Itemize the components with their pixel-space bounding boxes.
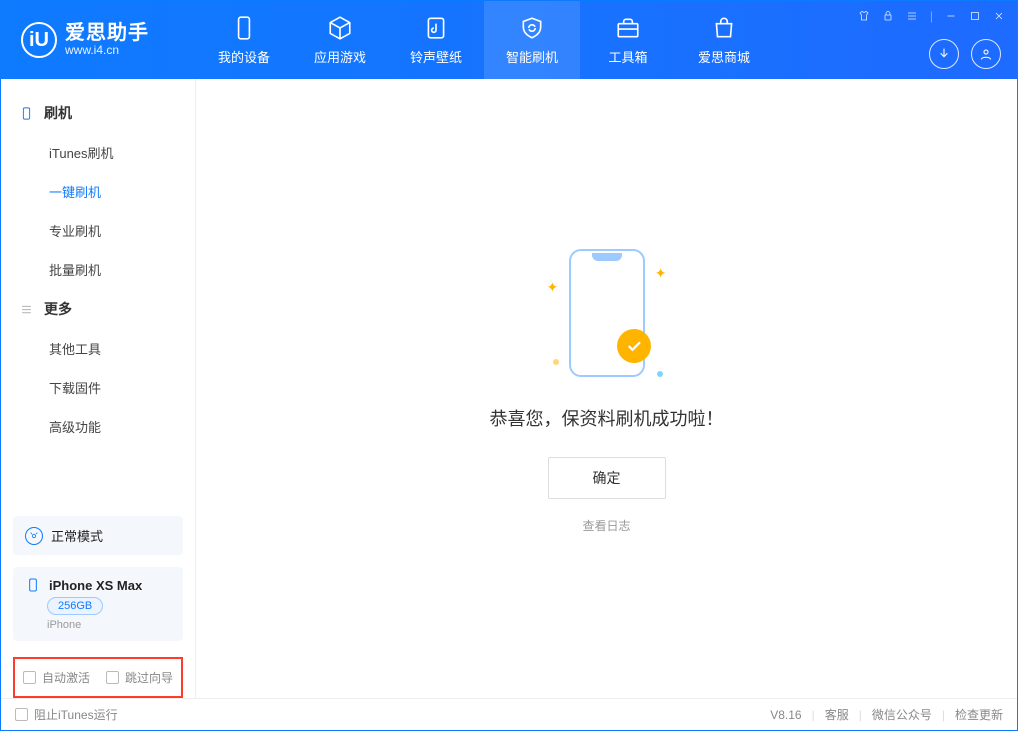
header: iU 爱思助手 www.i4.cn 我的设备 应用游戏 铃声壁纸 智能刷机 bbox=[1, 1, 1017, 79]
phone-icon bbox=[231, 15, 257, 41]
tab-label: 爱思商城 bbox=[698, 47, 750, 66]
divider: | bbox=[812, 708, 815, 722]
sidebar-item-batch-flash[interactable]: 批量刷机 bbox=[1, 250, 195, 289]
nav-tabs: 我的设备 应用游戏 铃声壁纸 智能刷机 工具箱 爱思商城 bbox=[196, 1, 772, 79]
checkbox-icon bbox=[106, 671, 119, 684]
sidebar: 刷机 iTunes刷机 一键刷机 专业刷机 批量刷机 更多 其他工具 下载固件 … bbox=[1, 79, 196, 698]
checkbox-label: 跳过向导 bbox=[125, 669, 173, 686]
tab-toolbox[interactable]: 工具箱 bbox=[580, 1, 676, 79]
divider: | bbox=[930, 9, 933, 23]
phone-icon bbox=[19, 106, 34, 121]
ok-button[interactable]: 确定 bbox=[548, 457, 666, 499]
dot-icon bbox=[657, 371, 663, 377]
sidebar-item-oneclick-flash[interactable]: 一键刷机 bbox=[1, 172, 195, 211]
divider: | bbox=[942, 708, 945, 722]
section-label: 刷机 bbox=[44, 103, 72, 123]
download-button[interactable] bbox=[929, 39, 959, 69]
mode-icon bbox=[25, 527, 43, 545]
success-message: 恭喜您，保资料刷机成功啦！ bbox=[490, 405, 724, 431]
mode-card[interactable]: 正常模式 bbox=[13, 516, 183, 555]
checkbox-label: 阻止iTunes运行 bbox=[34, 706, 118, 723]
tab-apps[interactable]: 应用游戏 bbox=[292, 1, 388, 79]
logo-subtitle: www.i4.cn bbox=[65, 44, 149, 57]
tab-label: 工具箱 bbox=[608, 47, 647, 66]
checkmark-badge-icon bbox=[617, 329, 651, 363]
section-label: 更多 bbox=[44, 299, 72, 319]
device-storage-badge: 256GB bbox=[47, 597, 103, 615]
main-content: ✦ ✦ 恭喜您，保资料刷机成功啦！ 确定 查看日志 bbox=[196, 79, 1017, 698]
maximize-button[interactable] bbox=[969, 10, 981, 22]
tab-label: 我的设备 bbox=[218, 47, 270, 66]
sidebar-section-flash: 刷机 bbox=[1, 93, 195, 133]
logo-icon: iU bbox=[21, 22, 57, 58]
version-label: V8.16 bbox=[770, 708, 801, 722]
titlebar-controls: | bbox=[846, 1, 1017, 31]
sidebar-item-advanced[interactable]: 高级功能 bbox=[1, 407, 195, 446]
minimize-button[interactable] bbox=[945, 10, 957, 22]
sidebar-item-download-firmware[interactable]: 下载固件 bbox=[1, 368, 195, 407]
tab-my-device[interactable]: 我的设备 bbox=[196, 1, 292, 79]
app-window: iU 爱思助手 www.i4.cn 我的设备 应用游戏 铃声壁纸 智能刷机 bbox=[0, 0, 1018, 731]
tab-label: 智能刷机 bbox=[506, 47, 558, 66]
footer-right: V8.16 | 客服 | 微信公众号 | 检查更新 bbox=[770, 706, 1003, 723]
device-type: iPhone bbox=[47, 619, 171, 631]
menu-icon[interactable] bbox=[906, 10, 918, 22]
tab-label: 铃声壁纸 bbox=[410, 47, 462, 66]
options-highlighted: 自动激活 跳过向导 bbox=[13, 657, 183, 698]
checkbox-icon bbox=[15, 708, 28, 721]
cube-icon bbox=[327, 15, 353, 41]
dot-icon bbox=[553, 359, 559, 365]
divider: | bbox=[859, 708, 862, 722]
checkbox-icon bbox=[23, 671, 36, 684]
tab-store[interactable]: 爱思商城 bbox=[676, 1, 772, 79]
device-card[interactable]: iPhone XS Max 256GB iPhone bbox=[13, 567, 183, 641]
body: 刷机 iTunes刷机 一键刷机 专业刷机 批量刷机 更多 其他工具 下载固件 … bbox=[1, 79, 1017, 698]
tshirt-icon[interactable] bbox=[858, 10, 870, 22]
sparkle-icon: ✦ bbox=[655, 265, 667, 282]
tab-label: 应用游戏 bbox=[314, 47, 366, 66]
footer: 阻止iTunes运行 V8.16 | 客服 | 微信公众号 | 检查更新 bbox=[1, 698, 1017, 730]
toolbox-icon bbox=[615, 15, 641, 41]
mode-label: 正常模式 bbox=[51, 526, 103, 545]
user-button[interactable] bbox=[971, 39, 1001, 69]
sidebar-item-other-tools[interactable]: 其他工具 bbox=[1, 329, 195, 368]
music-file-icon bbox=[423, 15, 449, 41]
bag-icon bbox=[711, 15, 737, 41]
check-update-link[interactable]: 检查更新 bbox=[955, 706, 1003, 723]
logo-title: 爱思助手 bbox=[65, 22, 149, 44]
lock-icon[interactable] bbox=[882, 10, 894, 22]
wechat-link[interactable]: 微信公众号 bbox=[872, 706, 932, 723]
close-button[interactable] bbox=[993, 10, 1005, 22]
checkbox-skip-guide[interactable]: 跳过向导 bbox=[106, 669, 173, 686]
logo[interactable]: iU 爱思助手 www.i4.cn bbox=[1, 22, 196, 58]
phone-icon bbox=[25, 577, 41, 593]
checkbox-block-itunes[interactable]: 阻止iTunes运行 bbox=[15, 706, 118, 723]
header-right-actions bbox=[929, 39, 1001, 69]
view-log-link[interactable]: 查看日志 bbox=[582, 517, 630, 534]
phone-outline-icon bbox=[569, 249, 645, 377]
checkbox-auto-activate[interactable]: 自动激活 bbox=[23, 669, 90, 686]
list-icon bbox=[19, 302, 34, 317]
tab-ringtones[interactable]: 铃声壁纸 bbox=[388, 1, 484, 79]
sidebar-item-itunes-flash[interactable]: iTunes刷机 bbox=[1, 133, 195, 172]
sidebar-item-pro-flash[interactable]: 专业刷机 bbox=[1, 211, 195, 250]
shield-refresh-icon bbox=[519, 15, 545, 41]
tab-flash[interactable]: 智能刷机 bbox=[484, 1, 580, 79]
success-illustration: ✦ ✦ bbox=[547, 243, 667, 383]
support-link[interactable]: 客服 bbox=[825, 706, 849, 723]
sparkle-icon: ✦ bbox=[547, 279, 559, 296]
sidebar-section-more: 更多 bbox=[1, 289, 195, 329]
checkbox-label: 自动激活 bbox=[42, 669, 90, 686]
device-name: iPhone XS Max bbox=[49, 578, 142, 593]
